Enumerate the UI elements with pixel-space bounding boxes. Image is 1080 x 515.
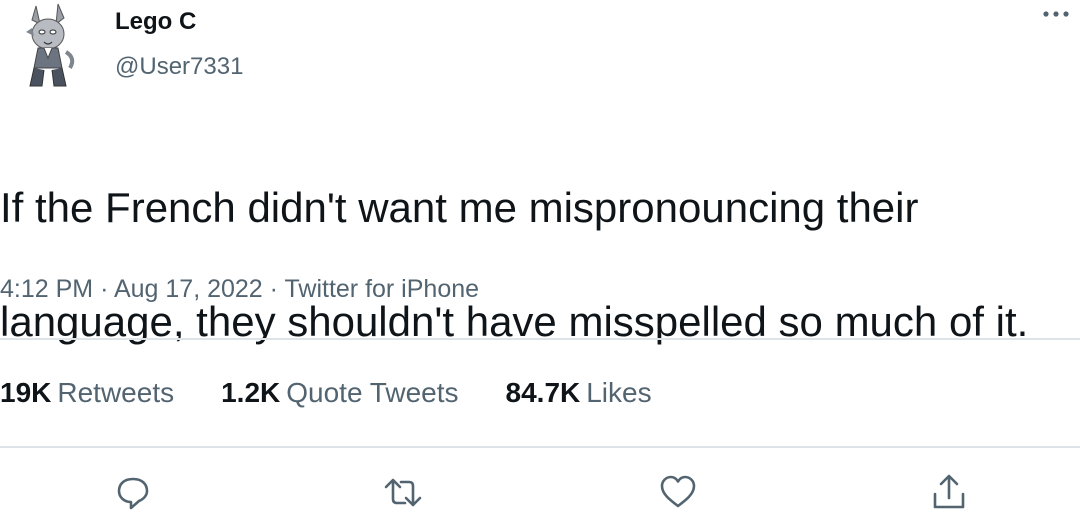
user-handle[interactable]: @User7331 — [115, 53, 243, 81]
avatar[interactable] — [18, 2, 80, 88]
tweet-stats: 19K Retweets 1.2K Quote Tweets 84.7K Likes — [0, 377, 699, 417]
more-dots-icon — [1043, 11, 1069, 17]
tweet-text: If the French didn't want me mispronounc… — [0, 122, 1075, 407]
tweet-date[interactable]: Aug 17, 2022 — [114, 275, 263, 303]
likes-stat[interactable]: 84.7K Likes — [506, 377, 652, 409]
stat-label: Quote Tweets — [286, 377, 459, 408]
tweet-meta: 4:12 PM · Aug 17, 2022 · Twitter for iPh… — [0, 275, 479, 304]
stat-count: 19K — [0, 377, 52, 408]
divider — [0, 338, 1080, 340]
display-name[interactable]: Lego C — [115, 8, 196, 36]
share-button[interactable] — [927, 470, 971, 514]
stat-label: Likes — [586, 377, 652, 408]
quote-tweets-stat[interactable]: 1.2K Quote Tweets — [221, 377, 458, 409]
stat-count: 84.7K — [505, 377, 581, 408]
like-button[interactable] — [656, 470, 700, 514]
reply-icon — [117, 477, 149, 510]
meta-separator: · — [100, 275, 109, 303]
wolf-character-avatar-icon — [26, 3, 75, 87]
meta-separator: · — [269, 275, 278, 303]
like-icon — [660, 475, 696, 508]
divider — [0, 446, 1080, 448]
retweet-button[interactable] — [381, 470, 425, 514]
more-options-button[interactable] — [1036, 0, 1076, 28]
stat-count: 1.2K — [221, 377, 281, 408]
tweet-time[interactable]: 4:12 PM — [0, 275, 93, 303]
retweets-stat[interactable]: 19K Retweets — [0, 377, 174, 409]
tweet-source[interactable]: Twitter for iPhone — [285, 275, 480, 303]
share-icon — [933, 474, 965, 509]
tweet-text-line: If the French didn't want me mispronounc… — [0, 184, 919, 231]
reply-button[interactable] — [111, 470, 155, 514]
retweet-icon — [384, 478, 422, 507]
stat-label: Retweets — [57, 377, 175, 408]
